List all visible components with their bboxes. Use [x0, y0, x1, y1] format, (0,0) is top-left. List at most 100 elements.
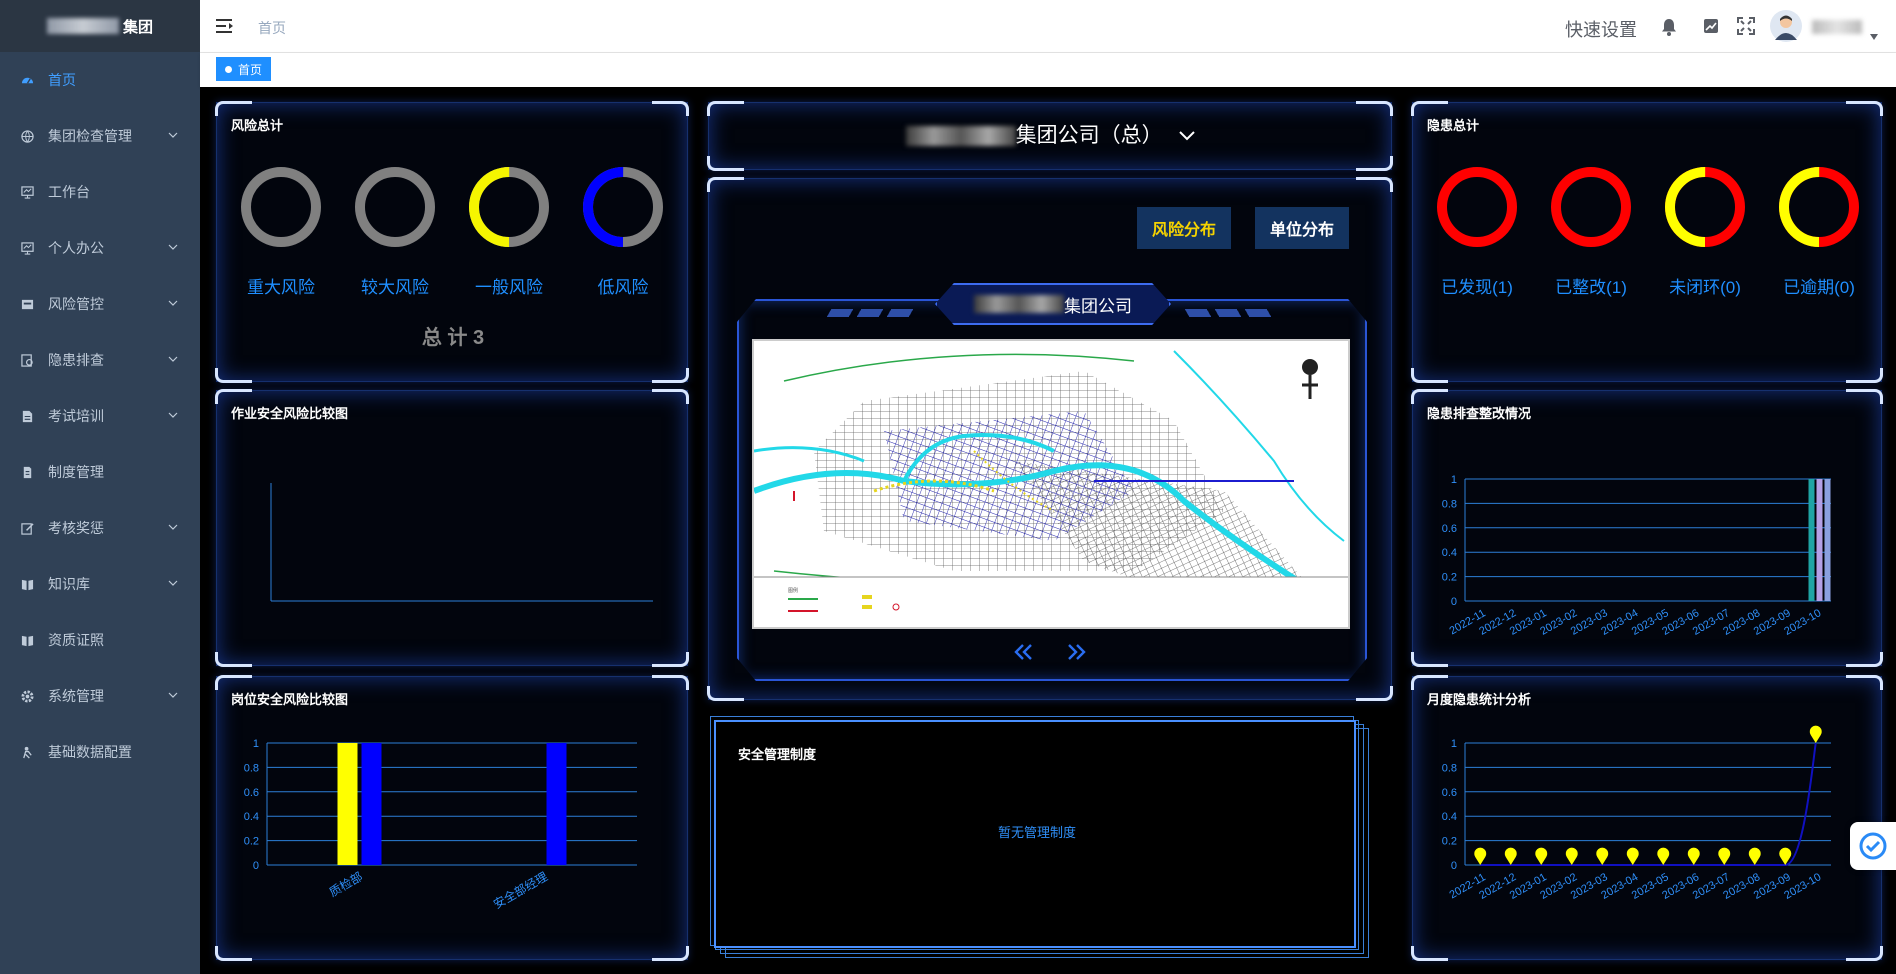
- risk-total-title: 风险总计: [231, 118, 284, 133]
- floating-assistant-button[interactable]: [1850, 822, 1896, 870]
- sidebar-item-1[interactable]: 集团检查管理: [0, 108, 200, 164]
- monthly-point-marker[interactable]: [1626, 847, 1639, 865]
- risk-ring-label-3[interactable]: 低风险: [568, 273, 678, 298]
- monthly-hazard-panel: 月度隐患统计分析 0 0.2 0.4 0.6 0.8 1 2022-11 2022-12 202…: [1411, 675, 1883, 961]
- map-prev-icon[interactable]: [1014, 643, 1034, 661]
- breadcrumb[interactable]: 首页: [258, 18, 286, 38]
- sidebar-item-label: 隐患排查: [48, 352, 104, 368]
- edit-icon: [20, 521, 34, 535]
- sidebar-item-0[interactable]: 首页: [0, 52, 200, 108]
- dashboard: 风险总计 重大风险 较大风险 一般风险 低风险 总 计 3 作业安全风险比较图 岗位安…: [200, 88, 1896, 974]
- sidebar-item-5[interactable]: 隐患排查: [0, 332, 200, 388]
- monthly-point-marker[interactable]: [1535, 847, 1548, 865]
- sidebar-item-2[interactable]: 工作台: [0, 164, 200, 220]
- sidebar-item-3[interactable]: 个人办公: [0, 220, 200, 276]
- sidebar-item-9[interactable]: 知识库: [0, 556, 200, 612]
- policy-empty-text: 暂无管理制度: [997, 825, 1076, 840]
- document-icon: [20, 409, 34, 423]
- bell-icon[interactable]: [1661, 18, 1677, 36]
- monthly-point-marker[interactable]: [1596, 847, 1609, 865]
- monthly-point-marker[interactable]: [1657, 847, 1670, 865]
- sidebar-item-8[interactable]: 考核奖惩: [0, 500, 200, 556]
- monthly-point-marker[interactable]: [1748, 847, 1761, 865]
- monthly-y-tick-label: 0.2: [1442, 836, 1457, 848]
- sidebar-item-label: 工作台: [48, 184, 90, 200]
- company-selector[interactable]: 集团公司（总）: [709, 119, 1393, 149]
- alert-box-icon: [20, 297, 34, 311]
- chevron-down-icon: [168, 356, 178, 362]
- company-header-panel: 集团公司（总）: [707, 101, 1393, 171]
- rectify-bar[interactable]: [1824, 479, 1831, 601]
- fullscreen-icon[interactable]: [1737, 17, 1755, 35]
- avatar[interactable]: [1770, 10, 1802, 42]
- monthly-point-marker[interactable]: [1718, 847, 1731, 865]
- sidebar-menu: 首页集团检查管理 工作台个人办公风险管控隐患排查考试培训制度管理 考核奖惩知识库资质…: [0, 52, 200, 780]
- sidebar-item-4[interactable]: 风险管控: [0, 276, 200, 332]
- sidebar-item-label: 首页: [48, 72, 76, 88]
- sidebar-item-label: 集团检查管理: [48, 128, 132, 144]
- rectify-bar[interactable]: [1808, 479, 1815, 601]
- book-icon: [20, 577, 34, 591]
- monthly-point-marker[interactable]: [1687, 847, 1700, 865]
- globe-icon: [20, 129, 34, 143]
- sidebar-item-12[interactable]: 基础数据配置: [0, 724, 200, 780]
- hamburger-icon[interactable]: [216, 18, 234, 34]
- tag-home[interactable]: 首页: [216, 57, 272, 81]
- hazard-ring-label-1[interactable]: 已整改(1): [1536, 273, 1646, 298]
- job-risk-chart-axes: [270, 483, 653, 602]
- username-blurred[interactable]: [1812, 20, 1862, 34]
- hazard-ring-label-2[interactable]: 未闭环(0): [1650, 273, 1760, 298]
- risk-total-panel: 风险总计 重大风险 较大风险 一般风险 低风险 总 计 3: [215, 101, 689, 383]
- policy-panel-title: 安全管理制度: [738, 747, 817, 762]
- sidebar-item-label: 基础数据配置: [48, 744, 132, 760]
- post-risk-bar[interactable]: [361, 743, 382, 865]
- post-risk-y-tick-label: 0.2: [244, 836, 259, 848]
- banner-deco-left: [826, 309, 918, 317]
- sidebar-item-6[interactable]: 考试培训: [0, 388, 200, 444]
- chevron-down-icon[interactable]: [1178, 130, 1196, 142]
- risk-ring-label-0[interactable]: 重大风险: [226, 273, 336, 298]
- chevron-down-icon: [168, 580, 178, 586]
- unit-distribution-button[interactable]: 单位分布: [1255, 207, 1349, 249]
- sidebar-item-label: 风险管控: [48, 296, 104, 312]
- sidebar-item-label: 知识库: [48, 576, 90, 592]
- post-risk-bar[interactable]: [337, 743, 358, 865]
- policy-panel: 安全管理制度 暂无管理制度: [710, 716, 1370, 958]
- caret-down-icon[interactable]: [1870, 34, 1878, 40]
- monthly-point-marker[interactable]: [1809, 725, 1822, 743]
- post-risk-x-tick-label: 质检部: [326, 869, 365, 900]
- hazard-ring-label-3[interactable]: 已逾期(0): [1764, 273, 1874, 298]
- rectify-y-tick-label: 0.2: [1442, 572, 1457, 584]
- post-risk-y-tick-label: 0.6: [244, 787, 259, 799]
- dashboard-icon: [20, 73, 34, 87]
- post-risk-bar[interactable]: [546, 743, 567, 865]
- map-next-icon[interactable]: [1066, 643, 1086, 661]
- risk-ring-label-1[interactable]: 较大风险: [340, 273, 450, 298]
- topbar: 首页 快速设置: [200, 0, 1896, 53]
- sidebar-item-11[interactable]: 系统管理: [0, 668, 200, 724]
- hazard-ring-label-0[interactable]: 已发现(1): [1422, 273, 1532, 298]
- sidebar-item-7[interactable]: 制度管理: [0, 444, 200, 500]
- monthly-point-marker[interactable]: [1504, 847, 1517, 865]
- logo-blurred-name: [46, 18, 119, 34]
- risk-ring-label-2[interactable]: 一般风险: [454, 273, 564, 298]
- monthly-y-tick-label: 1: [1451, 738, 1457, 750]
- chart-trend-icon[interactable]: [1703, 18, 1719, 34]
- risk-total-label: 总 计 3: [421, 327, 485, 349]
- sidebar-logo[interactable]: 集团: [0, 0, 200, 52]
- sidebar-item-label: 考试培训: [48, 408, 104, 424]
- monthly-point-marker[interactable]: [1474, 847, 1487, 865]
- risk-distribution-button[interactable]: 风险分布: [1137, 207, 1231, 249]
- city-map-image[interactable]: 图例: [752, 339, 1350, 629]
- hazard-ring-track-0: [1437, 167, 1517, 247]
- chevron-down-icon: [168, 692, 178, 698]
- quick-settings-link[interactable]: 快速设置: [1565, 16, 1637, 42]
- assistant-icon: [1859, 832, 1887, 860]
- monthly-point-marker[interactable]: [1565, 847, 1578, 865]
- rectify-bar[interactable]: [1816, 479, 1823, 601]
- file-icon: [20, 465, 34, 479]
- sidebar-item-10[interactable]: 资质证照: [0, 612, 200, 668]
- monitor-icon: [20, 185, 34, 199]
- job-risk-chart-panel: 作业安全风险比较图: [215, 389, 689, 667]
- monthly-y-tick-label: 0: [1451, 860, 1457, 872]
